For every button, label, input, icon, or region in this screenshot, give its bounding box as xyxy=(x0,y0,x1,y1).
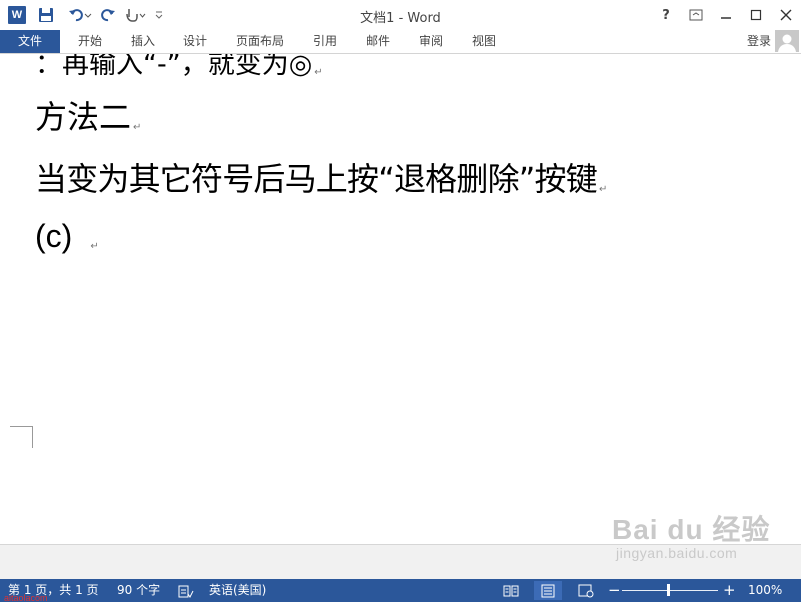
avatar[interactable] xyxy=(775,30,799,52)
proofing-icon[interactable] xyxy=(178,584,194,598)
tab-view[interactable]: 视图 xyxy=(464,30,504,53)
web-layout-icon[interactable] xyxy=(572,581,600,600)
word-count[interactable]: 90 个字 xyxy=(117,579,160,602)
zoom-slider-thumb[interactable] xyxy=(667,584,671,596)
partial-text-line: ：再输入“-”，就变为◎ ↵ xyxy=(35,54,323,81)
maximize-icon[interactable] xyxy=(741,0,771,30)
help-button[interactable]: ? xyxy=(651,0,681,30)
close-icon[interactable] xyxy=(771,0,801,30)
zoom-level[interactable]: 100% xyxy=(748,579,782,602)
line1-text: 方法二 xyxy=(35,98,132,136)
zoom-in-button[interactable]: + xyxy=(723,579,736,602)
paragraph-mark: ↵ xyxy=(314,67,323,78)
user-icon xyxy=(778,34,796,52)
title-bar: W 文档1 - Word ? xyxy=(0,0,801,30)
doc-line-instruction: 当变为其它符号后马上按“退格删除”按键 ↵ xyxy=(35,154,607,200)
doc-line-method2: 方法二 ↵ xyxy=(35,92,141,138)
window-controls: ? xyxy=(651,0,801,30)
ribbon-tab-bar: 文件 开始 插入 设计 页面布局 引用 邮件 审阅 视图 登录 xyxy=(0,30,801,54)
tab-page-layout[interactable]: 页面布局 xyxy=(230,30,290,53)
watermark-url: jingyan.baidu.com xyxy=(616,545,738,561)
watermark: Bai du 经验 jingyan.baidu.com xyxy=(612,514,771,562)
partial-line-text: ：再输入“-”，就变为◎ xyxy=(35,54,313,80)
paragraph-mark: ↵ xyxy=(133,122,142,133)
minimize-icon[interactable] xyxy=(711,0,741,30)
doc-line-c: (c) ↵ xyxy=(35,218,99,255)
status-bar: 第 1 页，共 1 页 90 个字 英语(美国) − + 100% xyxy=(0,579,801,602)
page-corner-mark-vertical xyxy=(32,426,33,448)
zoom-out-button[interactable]: − xyxy=(608,579,621,602)
ribbon-display-options-icon[interactable] xyxy=(681,0,711,30)
language-indicator[interactable]: 英语(美国) xyxy=(209,579,266,602)
tab-file[interactable]: 文件 xyxy=(0,30,60,53)
tab-home[interactable]: 开始 xyxy=(70,30,110,53)
watermark-logo: Bai du 经验 xyxy=(612,514,771,545)
page-corner-mark-horizontal xyxy=(10,426,32,427)
paragraph-mark: ↵ xyxy=(598,184,608,195)
document-canvas[interactable]: ：再输入“-”，就变为◎ ↵ 方法二 ↵ 当变为其它符号后马上按“退格删除”按键 ↵ … xyxy=(0,54,801,546)
tab-design[interactable]: 设计 xyxy=(175,30,215,53)
read-mode-icon[interactable] xyxy=(497,581,525,600)
line3-text: (c) xyxy=(35,218,73,254)
line2-text: 当变为其它符号后马上按“退格删除”按键 xyxy=(35,160,598,198)
tab-insert[interactable]: 插入 xyxy=(123,30,163,53)
tab-review[interactable]: 审阅 xyxy=(411,30,451,53)
print-layout-icon[interactable] xyxy=(534,581,562,600)
sign-in-link[interactable]: 登录 xyxy=(747,32,771,50)
tab-mailings[interactable]: 邮件 xyxy=(358,30,398,53)
tab-references[interactable]: 引用 xyxy=(305,30,345,53)
paragraph-mark: ↵ xyxy=(90,241,99,252)
